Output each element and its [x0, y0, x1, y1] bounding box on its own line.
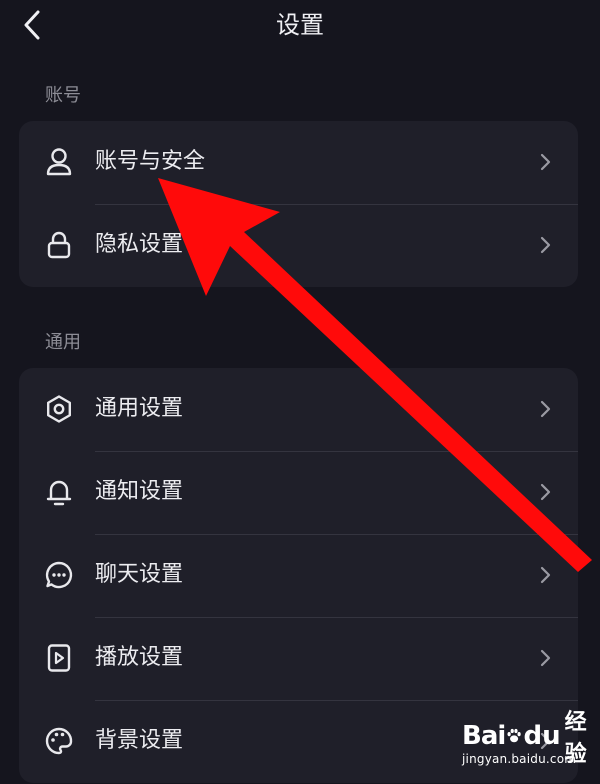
settings-item-background[interactable]: 背景设置: [19, 700, 578, 783]
play-icon: [43, 642, 75, 674]
lock-icon: [43, 229, 75, 261]
chat-bubble-icon: [43, 559, 75, 591]
chevron-right-icon: [540, 649, 551, 667]
settings-item-label: 账号与安全: [95, 149, 206, 174]
settings-item-general[interactable]: 通用设置: [19, 368, 578, 451]
chevron-right-icon: [540, 732, 551, 750]
section-label-general: 通用: [45, 332, 81, 353]
section-label-account: 账号: [45, 85, 81, 106]
palette-icon: [43, 725, 75, 757]
settings-item-label: 通知设置: [95, 479, 184, 504]
page-title: 设置: [276, 11, 324, 39]
settings-item-notifications[interactable]: 通知设置: [19, 451, 578, 534]
settings-item-privacy[interactable]: 隐私设置: [19, 204, 578, 287]
settings-item-label: 聊天设置: [95, 562, 184, 587]
user-icon: [43, 146, 75, 178]
settings-item-chat[interactable]: 聊天设置: [19, 534, 578, 617]
bell-icon: [43, 476, 75, 508]
chevron-right-icon: [540, 400, 551, 418]
chevron-right-icon: [540, 483, 551, 501]
chevron-right-icon: [540, 153, 551, 171]
account-settings-card: 账号与安全 隐私设置: [19, 121, 578, 287]
settings-item-label: 播放设置: [95, 645, 184, 670]
settings-item-label: 通用设置: [95, 396, 184, 421]
top-bar: 设置: [0, 0, 600, 50]
settings-item-label: 背景设置: [95, 728, 184, 753]
gear-icon: [43, 393, 75, 425]
settings-item-account-security[interactable]: 账号与安全: [19, 121, 578, 204]
settings-item-playback[interactable]: 播放设置: [19, 617, 578, 700]
settings-item-label: 隐私设置: [95, 232, 184, 257]
chevron-right-icon: [540, 566, 551, 584]
general-settings-card: 通用设置 通知设置 聊天设置 播放设置 背景设置: [19, 368, 578, 783]
chevron-right-icon: [540, 236, 551, 254]
